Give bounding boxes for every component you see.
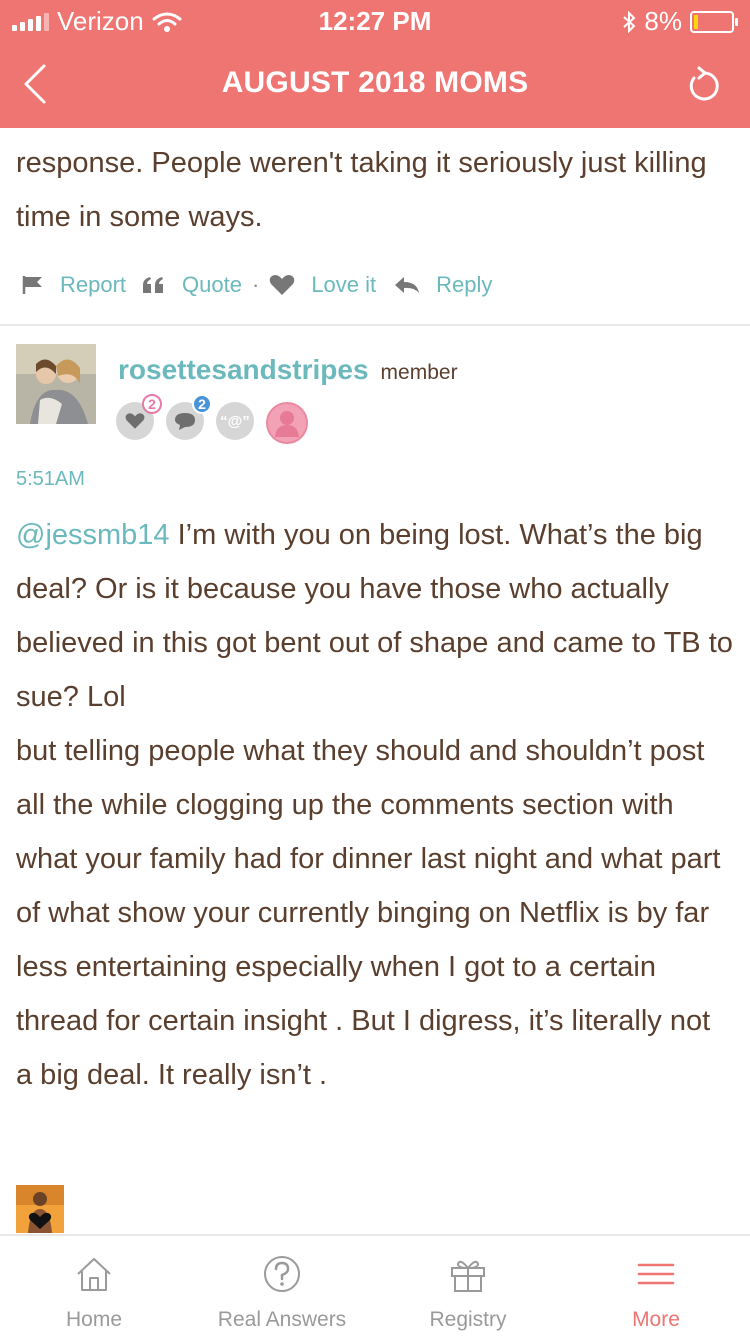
post-body: @jessmb14 I’m with you on being lost. Wh… — [0, 508, 750, 1102]
gift-icon — [451, 1260, 485, 1292]
comments-badge[interactable]: 2 — [166, 394, 212, 440]
menu-icon — [637, 1263, 675, 1285]
next-post-avatar[interactable] — [16, 1185, 64, 1233]
battery-group: 8% — [622, 6, 738, 37]
home-icon — [77, 1258, 111, 1291]
username-link[interactable]: rosettesandstripes — [118, 354, 369, 386]
status-bar: Verizon 12:27 PM 8% — [0, 0, 750, 40]
action-separator: · — [251, 272, 260, 297]
battery-percent: 8% — [644, 6, 682, 36]
reply-label: Reply — [436, 272, 493, 297]
tab-more-label: More — [632, 1308, 680, 1331]
question-icon — [264, 1256, 300, 1292]
user-badges: 2 2 “@” — [116, 394, 308, 444]
user-photo-icon — [16, 344, 96, 424]
post-time: 5:51AM — [16, 468, 85, 490]
tab-real-answers-label: Real Answers — [217, 1308, 347, 1331]
person-icon — [275, 411, 299, 437]
top-bar: Verizon 12:27 PM 8% AUGUST 2018 MOMS — [0, 0, 750, 128]
comment-icon — [175, 413, 195, 430]
heart-icon — [125, 413, 145, 429]
heart-icon — [270, 275, 295, 295]
tab-home[interactable]: Home — [0, 1236, 188, 1336]
avatar[interactable] — [16, 344, 96, 424]
user-photo-icon — [16, 1185, 64, 1233]
quote-label: Quote — [182, 272, 242, 297]
comments-count: 2 — [192, 394, 212, 414]
tab-registry-label: Registry — [429, 1308, 507, 1331]
love-label: Love it — [311, 272, 377, 297]
bluetooth-icon — [623, 10, 636, 33]
report-button[interactable]: Report — [22, 272, 126, 298]
hearts-badge[interactable]: 2 — [116, 394, 162, 440]
mention-link[interactable]: @jessmb14 — [16, 519, 170, 551]
profile-badge[interactable] — [266, 402, 308, 444]
tab-home-label: Home — [65, 1308, 123, 1331]
quote-button[interactable]: Quote — [142, 272, 242, 298]
post-paragraph: @jessmb14 I’m with you on being lost. Wh… — [0, 508, 750, 724]
post-divider — [0, 324, 750, 326]
thread-content[interactable]: response. People weren't taking it serio… — [0, 128, 750, 1234]
quote-icon — [143, 277, 164, 293]
page-title: AUGUST 2018 MOMS — [221, 66, 529, 99]
user-role: member — [380, 361, 458, 384]
tab-registry[interactable]: Registry — [374, 1236, 562, 1336]
battery-icon — [690, 10, 738, 33]
love-button[interactable]: Love it — [269, 272, 376, 298]
report-label: Report — [60, 272, 127, 297]
previous-post-text: response. People weren't taking it serio… — [16, 147, 707, 233]
author-row: rosettesandstripes member — [118, 354, 458, 386]
reply-icon — [395, 277, 420, 293]
tab-bar: Home Real Answers Registry More — [0, 1234, 750, 1336]
post-actions: Report Quote · Love it Reply — [22, 272, 492, 298]
tab-real-answers[interactable]: Real Answers — [188, 1236, 376, 1336]
tab-more[interactable]: More — [562, 1236, 750, 1336]
mention-badge[interactable]: “@” — [216, 402, 254, 440]
nav-bar: AUGUST 2018 MOMS — [0, 40, 750, 128]
reply-button[interactable]: Reply — [394, 272, 492, 298]
refresh-button[interactable] — [684, 66, 724, 106]
flag-icon — [22, 276, 42, 294]
post-paragraph-2: but telling people what they should and … — [16, 735, 721, 1091]
hearts-count: 2 — [142, 394, 162, 414]
